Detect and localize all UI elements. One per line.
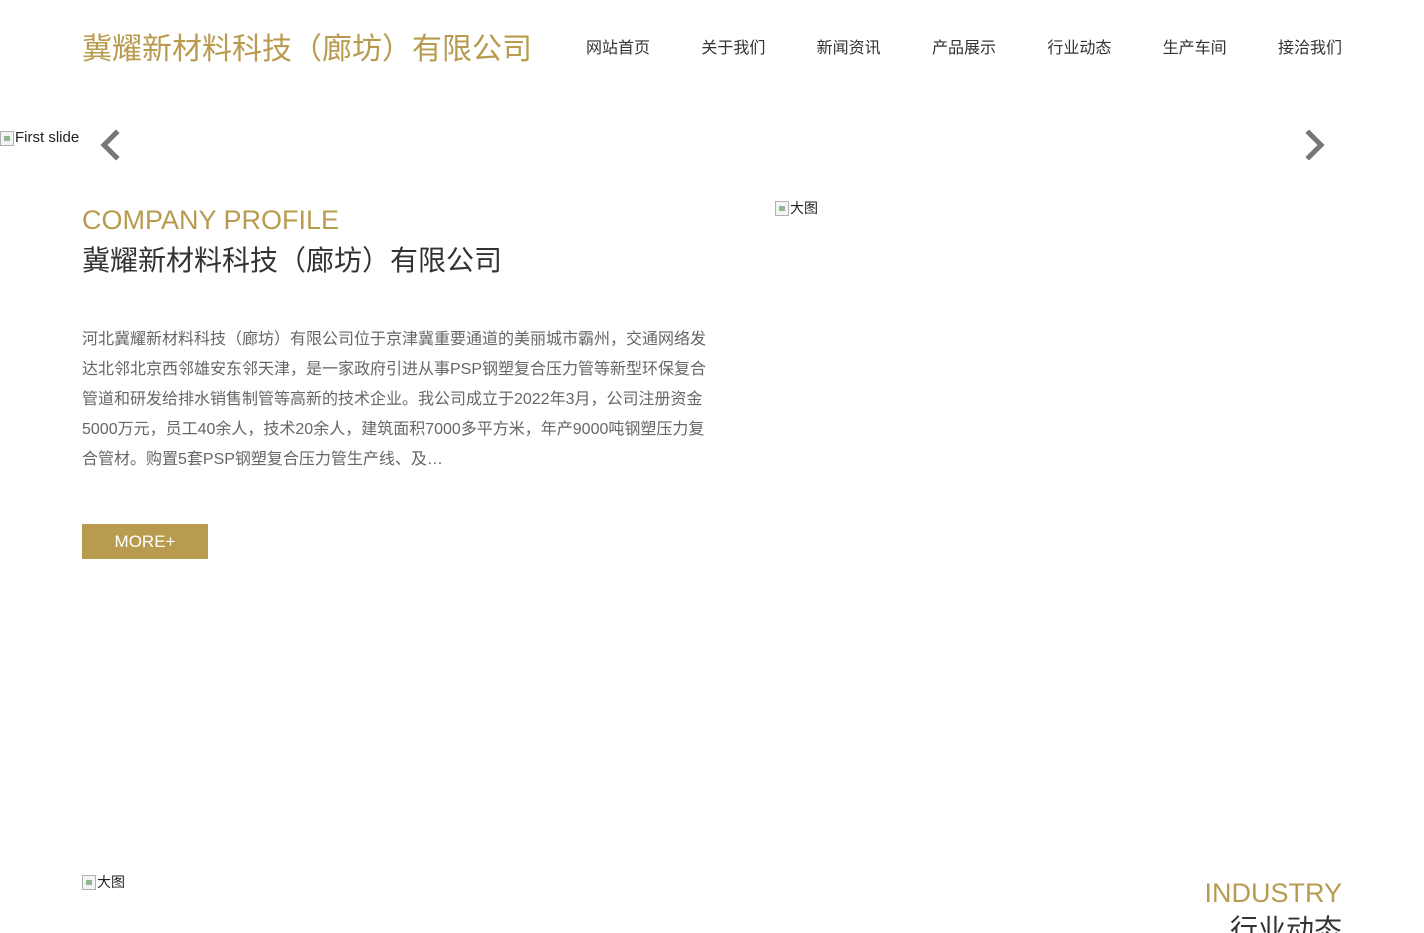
broken-image-icon xyxy=(82,874,96,890)
broken-image-icon xyxy=(775,200,789,216)
industry-title-cn: 行业动态 xyxy=(1229,914,1342,933)
nav-item-workshop[interactable]: 生产车间 xyxy=(1163,38,1227,60)
carousel-slide-alt-text: First slide xyxy=(15,129,80,146)
brand-logo-text[interactable]: 冀耀新材料科技（廊坊）有限公司 xyxy=(82,28,532,72)
more-button[interactable]: MORE+ xyxy=(82,524,208,559)
chevron-right-icon xyxy=(1305,129,1325,161)
chevron-left-icon xyxy=(100,129,120,161)
carousel-slide-image: First slide xyxy=(0,128,79,148)
profile-title-cn: 冀耀新材料科技（廊坊）有限公司 xyxy=(82,245,503,276)
profile-image: 大图 xyxy=(775,198,818,218)
broken-image-icon xyxy=(0,130,14,146)
carousel-next-button[interactable] xyxy=(1299,128,1329,162)
nav-item-contact[interactable]: 接洽我们 xyxy=(1278,38,1342,60)
profile-title-en: COMPANY PROFILE xyxy=(82,205,340,235)
profile-description: 河北冀耀新材料科技（廊坊）有限公司位于京津冀重要通道的美丽城市霸州，交通网络发达… xyxy=(82,331,707,468)
page: 冀耀新材料科技（廊坊）有限公司 网站首页 关于我们 新闻资讯 产品展示 行业动态… xyxy=(0,0,1424,933)
industry-image-alt-text: 大图 xyxy=(97,874,125,890)
nav-item-news[interactable]: 新闻资讯 xyxy=(817,38,881,60)
profile-image-alt-text: 大图 xyxy=(790,200,818,216)
industry-image: 大图 xyxy=(82,872,125,892)
nav-item-industry[interactable]: 行业动态 xyxy=(1047,38,1111,60)
industry-title-en: INDUSTRY xyxy=(1204,878,1342,908)
nav-item-home[interactable]: 网站首页 xyxy=(586,38,650,60)
carousel-prev-button[interactable] xyxy=(96,128,126,162)
nav-item-products[interactable]: 产品展示 xyxy=(932,38,996,60)
nav-item-about[interactable]: 关于我们 xyxy=(701,38,765,60)
main-nav: 网站首页 关于我们 新闻资讯 产品展示 行业动态 生产车间 接洽我们 xyxy=(586,38,1342,60)
